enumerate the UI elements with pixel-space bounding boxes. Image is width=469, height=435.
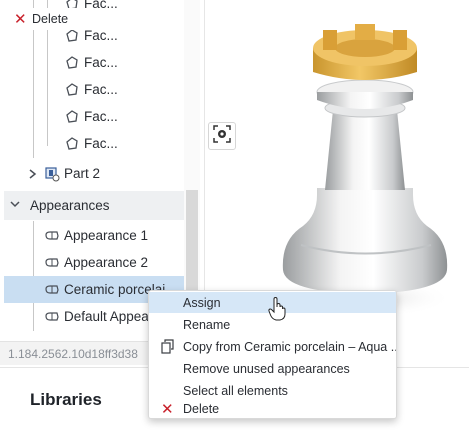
hand-cursor-icon [268, 297, 286, 321]
face-icon [64, 55, 80, 71]
select-all-label: Select all elements [183, 383, 288, 398]
delete-x-icon: ✕ [161, 401, 174, 418]
tree-item-face[interactable]: Fac... [0, 130, 184, 157]
tree-item-part-2[interactable]: Part 2 [0, 160, 184, 187]
delete-menu-item[interactable]: ✕ Delete [14, 8, 114, 30]
tree-item-face[interactable]: Fac... [0, 76, 184, 103]
tree-item-face[interactable]: Fac... [0, 103, 184, 130]
part-icon [44, 166, 60, 182]
appearance-icon [44, 282, 60, 298]
feature-tree-panel: Fac... Fac... Fac... Fac... Fac... Fac..… [0, 0, 200, 340]
face-label: Fac... [84, 28, 118, 43]
appearances-section-header[interactable]: Appearances [4, 191, 184, 220]
remove-unused-menu-item[interactable]: Remove unused appearances [149, 358, 396, 379]
part-2-label: Part 2 [64, 166, 101, 181]
appearance-icon [44, 255, 60, 271]
face-label: Fac... [84, 109, 118, 124]
appearance-icon [44, 309, 60, 325]
view-orientation-button[interactable] [208, 122, 236, 150]
face-icon [64, 109, 80, 125]
assign-label: Assign [183, 295, 221, 310]
face-label: Fac... [84, 136, 118, 151]
delete-label: Delete [183, 401, 220, 416]
chevron-down-icon[interactable] [8, 196, 22, 215]
appearances-header-label: Appearances [30, 198, 110, 213]
chevron-right-icon[interactable] [26, 166, 40, 182]
appearance-label: Appearance 1 [64, 228, 149, 243]
face-label: Fac... [84, 82, 118, 97]
view-orientation-icon [212, 124, 232, 149]
copy-from-label: Copy from Ceramic porcelain – Aqua ... [183, 339, 396, 354]
delete-label: Delete [32, 12, 69, 26]
libraries-title: Libraries [30, 390, 102, 409]
face-icon [64, 136, 80, 152]
delete-menu-item[interactable]: ✕ Delete [149, 398, 396, 419]
appearance-icon [44, 228, 60, 244]
face-icon [64, 82, 80, 98]
delete-x-icon: ✕ [14, 11, 27, 28]
rename-label: Rename [183, 317, 231, 332]
face-label: Fac... [84, 55, 118, 70]
appearance-item[interactable]: Appearance 1 [0, 222, 184, 249]
copy-from-menu-item[interactable]: Copy from Ceramic porcelain – Aqua ... [149, 336, 396, 357]
copy-icon [160, 339, 175, 354]
version-text: 1.184.2562.10d18ff3d38 [8, 346, 138, 361]
tree-item-face[interactable]: Fac... [0, 49, 184, 76]
appearance-label: Default Appea... [64, 309, 161, 324]
appearance-label: Appearance 2 [64, 255, 149, 270]
remove-unused-label: Remove unused appearances [183, 361, 350, 376]
appearance-item[interactable]: Appearance 2 [0, 249, 184, 276]
